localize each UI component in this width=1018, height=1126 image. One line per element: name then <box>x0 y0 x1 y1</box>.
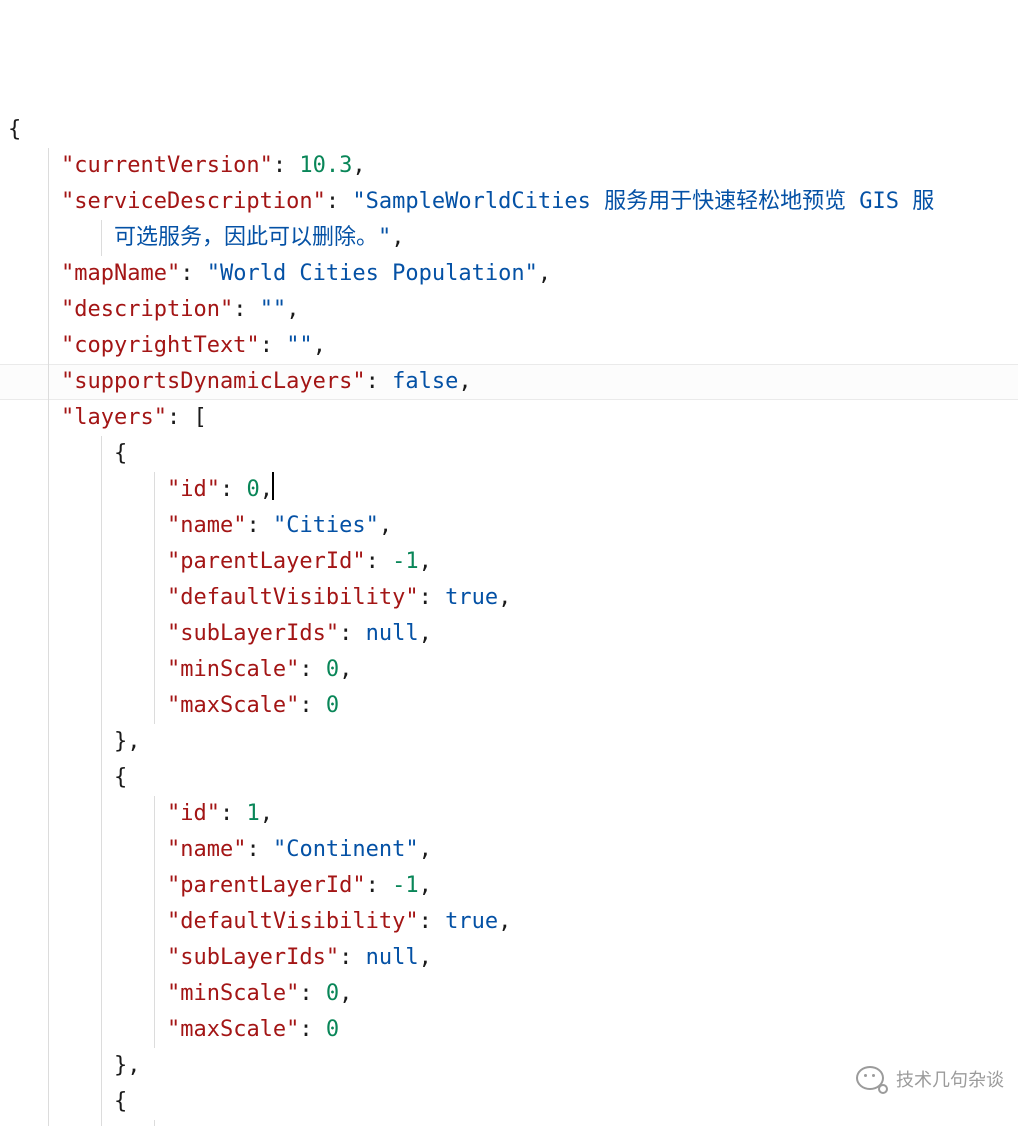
code-token: , <box>339 657 352 682</box>
code-token: : <box>273 153 300 178</box>
code-token: "parentLayerId" <box>167 549 366 574</box>
code-token: , <box>498 585 511 610</box>
code-token: : <box>299 693 326 718</box>
code-token: "defaultVisibility" <box>167 585 419 610</box>
code-token: : <box>299 981 326 1006</box>
code-token: , <box>391 225 404 250</box>
code-token: "subLayerIds" <box>167 945 339 970</box>
code-token: : <box>299 657 326 682</box>
code-token: false <box>392 369 458 394</box>
code-token: { <box>114 441 127 466</box>
code-token: { <box>114 765 127 790</box>
code-token: "mapName" <box>61 261 180 286</box>
code-token: , <box>419 549 432 574</box>
code-token: : <box>180 261 207 286</box>
code-token: : <box>419 585 446 610</box>
code-token: "SampleWorldCities 服务用于快速轻松地预览 GIS 服 <box>352 189 934 214</box>
code-token: , <box>419 837 432 862</box>
code-token: 0 <box>326 1017 339 1042</box>
watermark: 技术几句杂谈 <box>856 1066 1004 1092</box>
code-token: : [ <box>167 405 207 430</box>
watermark-text: 技术几句杂谈 <box>896 1066 1004 1092</box>
code-token: : <box>326 189 353 214</box>
code-token: -1 <box>392 873 419 898</box>
code-token: : <box>233 297 260 322</box>
code-token: 1 <box>246 801 259 826</box>
code-token: : <box>419 909 446 934</box>
code-token: "id" <box>167 801 220 826</box>
code-token: : <box>220 801 247 826</box>
code-token: "description" <box>61 297 233 322</box>
code-token: , <box>498 909 511 934</box>
code-token: "subLayerIds" <box>167 621 339 646</box>
code-token: { <box>8 117 21 142</box>
code-token: "maxScale" <box>167 693 299 718</box>
code-token: : <box>260 333 287 358</box>
code-token: { <box>114 1089 127 1114</box>
code-token: , <box>286 297 299 322</box>
code-token: : <box>366 369 393 394</box>
code-token: "Continent" <box>273 837 419 862</box>
wechat-icon <box>856 1066 886 1092</box>
code-token: null <box>366 945 419 970</box>
code-content[interactable]: { "currentVersion": 10.3, "serviceDescri… <box>0 108 1018 1126</box>
code-token: "name" <box>167 837 246 862</box>
code-token: , <box>260 801 273 826</box>
code-token: 10.3 <box>299 153 352 178</box>
code-token: 0 <box>326 981 339 1006</box>
code-token: : <box>339 945 366 970</box>
code-token: null <box>366 621 419 646</box>
code-token: "minScale" <box>167 657 299 682</box>
code-token: , <box>419 621 432 646</box>
code-token: 0 <box>326 693 339 718</box>
text-caret <box>272 472 274 500</box>
code-token: , <box>313 333 326 358</box>
code-token: : <box>366 873 393 898</box>
code-token: "layers" <box>61 405 167 430</box>
code-token: "" <box>260 297 287 322</box>
code-token: : <box>220 477 247 502</box>
code-token: : <box>299 1017 326 1042</box>
code-token: true <box>445 909 498 934</box>
code-token: "serviceDescription" <box>61 189 326 214</box>
code-token: , <box>538 261 551 286</box>
code-token: "id" <box>167 477 220 502</box>
code-token: "maxScale" <box>167 1017 299 1042</box>
code-token: , <box>419 873 432 898</box>
code-token: : <box>246 513 273 538</box>
code-editor[interactable]: { "currentVersion": 10.3, "serviceDescri… <box>0 0 1018 1126</box>
code-token: true <box>445 585 498 610</box>
code-token: : <box>366 549 393 574</box>
code-token: , <box>379 513 392 538</box>
code-token: "currentVersion" <box>61 153 273 178</box>
code-token: "World Cities Population" <box>207 261 538 286</box>
code-token: , <box>458 369 471 394</box>
code-token: "Cities" <box>273 513 379 538</box>
code-token: "defaultVisibility" <box>167 909 419 934</box>
code-token: "supportsDynamicLayers" <box>61 369 366 394</box>
code-token: , <box>339 981 352 1006</box>
code-token: , <box>419 945 432 970</box>
code-token: "" <box>286 333 313 358</box>
code-token: 0 <box>246 477 259 502</box>
code-token: : <box>246 837 273 862</box>
code-token: "copyrightText" <box>61 333 260 358</box>
code-token: }, <box>114 729 141 754</box>
code-token: -1 <box>392 549 419 574</box>
code-token: : <box>339 621 366 646</box>
code-token: , <box>352 153 365 178</box>
code-token: "name" <box>167 513 246 538</box>
code-token: }, <box>114 1053 141 1078</box>
code-token: "parentLayerId" <box>167 873 366 898</box>
code-token: , <box>260 477 273 502</box>
code-token: 0 <box>326 657 339 682</box>
code-token: "minScale" <box>167 981 299 1006</box>
code-token: 可选服务，因此可以删除。" <box>114 225 391 250</box>
